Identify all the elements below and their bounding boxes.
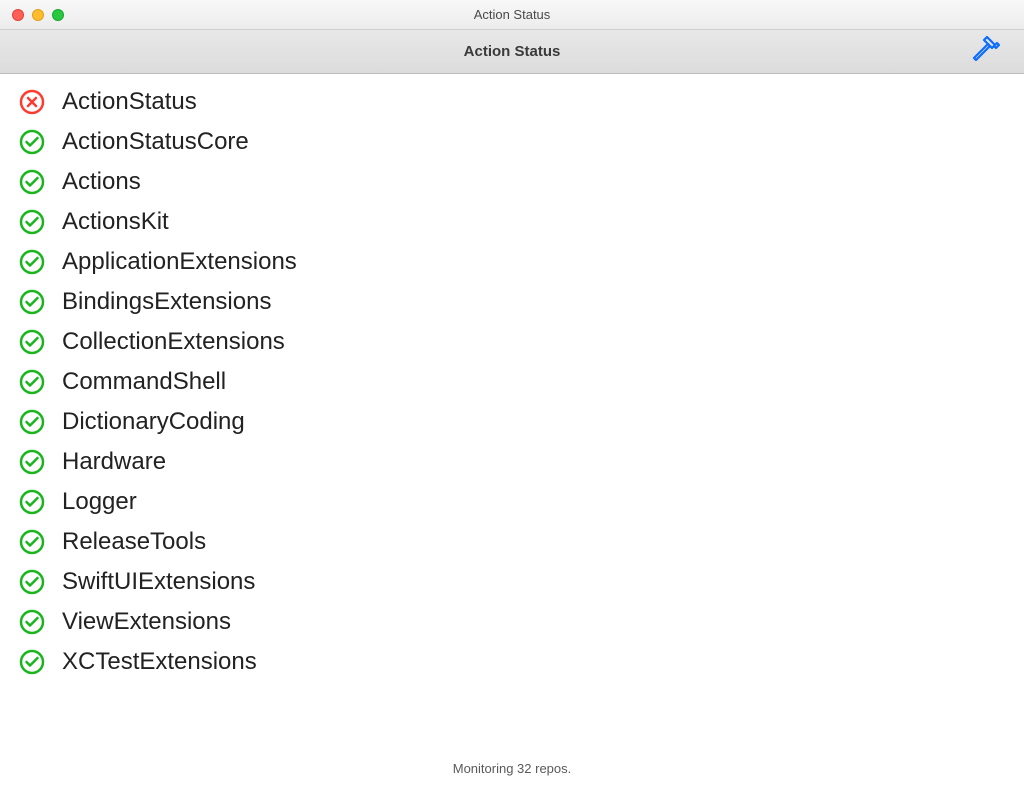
checkmark-circle-icon (18, 248, 46, 276)
checkmark-circle-icon (18, 568, 46, 596)
list-item[interactable]: Hardware (0, 442, 1024, 482)
window-controls (0, 9, 64, 21)
build-button[interactable] (968, 36, 1008, 68)
repo-name: ApplicationExtensions (62, 248, 297, 276)
checkmark-circle-icon (18, 288, 46, 316)
toolbar-title: Action Status (0, 43, 1024, 60)
list-item[interactable]: CollectionExtensions (0, 322, 1024, 362)
repo-name: DictionaryCoding (62, 408, 245, 436)
footer-status: Monitoring 32 repos. (0, 751, 1024, 788)
checkmark-circle-icon (18, 368, 46, 396)
checkmark-circle-icon (18, 528, 46, 556)
checkmark-circle-icon (18, 128, 46, 156)
checkmark-circle-icon (18, 608, 46, 636)
repo-name: CommandShell (62, 368, 226, 396)
close-window-button[interactable] (12, 9, 24, 21)
repo-name: Actions (62, 168, 141, 196)
minimize-window-button[interactable] (32, 9, 44, 21)
list-item[interactable]: ActionStatus (0, 82, 1024, 122)
list-item[interactable]: CommandShell (0, 362, 1024, 402)
list-item[interactable]: ActionStatusCore (0, 122, 1024, 162)
repo-name: CollectionExtensions (62, 328, 285, 356)
list-item[interactable]: ApplicationExtensions (0, 242, 1024, 282)
checkmark-circle-icon (18, 208, 46, 236)
checkmark-circle-icon (18, 168, 46, 196)
checkmark-circle-icon (18, 488, 46, 516)
list-item[interactable]: ActionsKit (0, 202, 1024, 242)
xmark-circle-icon (18, 88, 46, 116)
repo-name: ActionsKit (62, 208, 169, 236)
repo-name: BindingsExtensions (62, 288, 271, 316)
repo-name: ActionStatusCore (62, 128, 249, 156)
repo-name: ActionStatus (62, 88, 197, 116)
repo-list[interactable]: ActionStatus ActionStatusCore Actions Actio… (0, 74, 1024, 751)
list-item[interactable]: SwiftUIExtensions (0, 562, 1024, 602)
list-item[interactable]: ViewExtensions (0, 602, 1024, 642)
repo-name: Logger (62, 488, 137, 516)
list-item[interactable]: ReleaseTools (0, 522, 1024, 562)
toolbar: Action Status (0, 30, 1024, 74)
zoom-window-button[interactable] (52, 9, 64, 21)
list-item[interactable]: BindingsExtensions (0, 282, 1024, 322)
repo-name: ViewExtensions (62, 608, 231, 636)
titlebar: Action Status (0, 0, 1024, 30)
window-title: Action Status (0, 7, 1024, 22)
repo-name: SwiftUIExtensions (62, 568, 255, 596)
checkmark-circle-icon (18, 648, 46, 676)
hammer-icon (972, 33, 1004, 70)
repo-name: Hardware (62, 448, 166, 476)
list-item[interactable]: XCTestExtensions (0, 642, 1024, 682)
list-item[interactable]: Actions (0, 162, 1024, 202)
repo-name: XCTestExtensions (62, 648, 257, 676)
list-item[interactable]: Logger (0, 482, 1024, 522)
repo-name: ReleaseTools (62, 528, 206, 556)
list-item[interactable]: DictionaryCoding (0, 402, 1024, 442)
checkmark-circle-icon (18, 328, 46, 356)
checkmark-circle-icon (18, 408, 46, 436)
checkmark-circle-icon (18, 448, 46, 476)
